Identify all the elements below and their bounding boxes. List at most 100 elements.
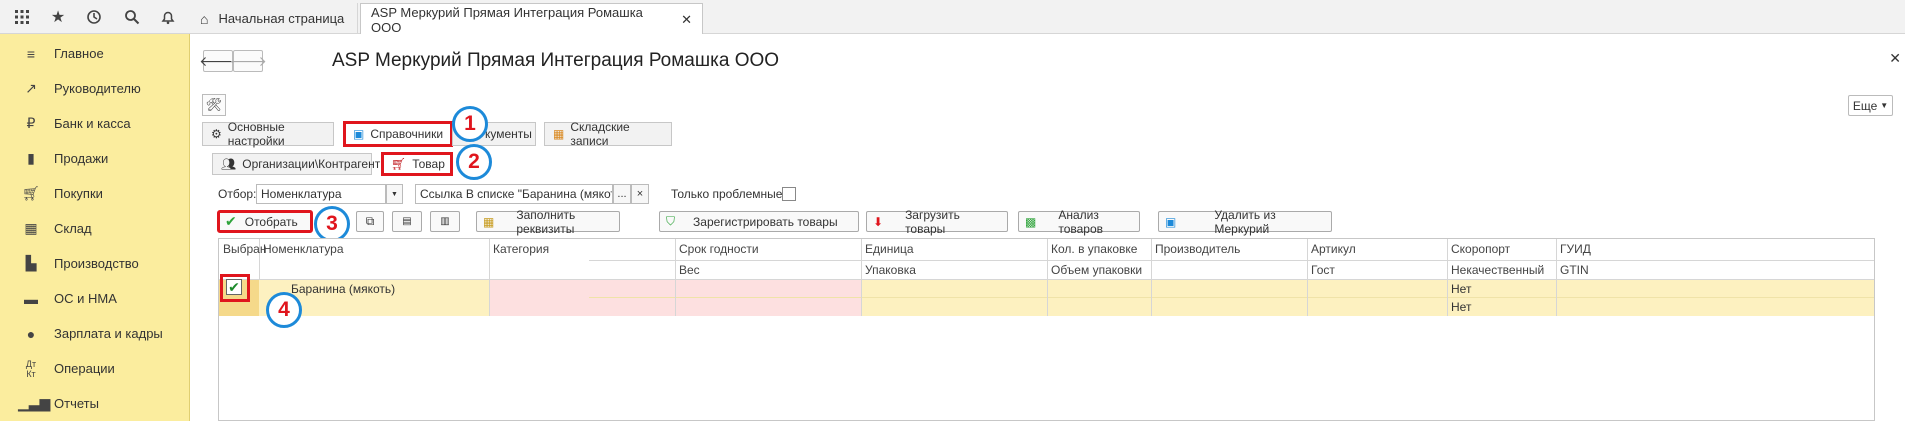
close-tab-icon[interactable]: ✕ xyxy=(681,12,692,28)
sidebar-item-assets[interactable]: ▬ ОС и НМА xyxy=(0,281,190,316)
filter-field-dropdown[interactable]: ▼ xyxy=(386,184,403,204)
cart-red-icon: 🛒︎ xyxy=(391,157,407,171)
gear-icon: ⚙ xyxy=(211,127,222,141)
only-problem-label: Только проблемные: xyxy=(671,187,786,201)
col-header-gost[interactable]: Гост xyxy=(1307,260,1335,280)
tools-icon: 🛠︎ xyxy=(205,97,223,112)
sidebar-item-operations[interactable]: Дт Кт Операции xyxy=(0,351,190,386)
person-icon: ● xyxy=(26,325,36,342)
col-header-perishable[interactable]: Скоропорт xyxy=(1447,239,1510,259)
col-header-package[interactable]: Упаковка xyxy=(861,260,916,280)
home-icon: ⌂ xyxy=(200,10,209,27)
col-header-guid[interactable]: ГУИД xyxy=(1556,239,1591,259)
subtab-goods[interactable]: 🛒︎ Товар xyxy=(381,152,453,176)
main-panel: 🡐 🡒 ASP Меркурий Прямая Интеграция Ромаш… xyxy=(190,34,1905,421)
col-header-nomenclature[interactable]: Номенклатура xyxy=(259,239,344,259)
col-header-shelf-life[interactable]: Срок годности xyxy=(675,239,759,259)
table-row-nomenclature[interactable]: Баранина (мякоть) xyxy=(287,280,395,298)
load-goods-button[interactable]: ⬇ Загрузить товары xyxy=(866,208,1008,236)
col-header-qty-pack[interactable]: Кол. в упаковке xyxy=(1047,239,1137,259)
col-header-poor-quality[interactable]: Некачественный xyxy=(1447,260,1544,280)
filter-clear-button[interactable]: × xyxy=(631,184,649,204)
star-icon[interactable]: ★ xyxy=(48,7,68,27)
sidebar-item-warehouse[interactable]: ▦ Склад xyxy=(0,211,190,246)
bell-icon[interactable] xyxy=(158,7,178,27)
trend-icon: ↗ xyxy=(25,80,37,96)
sidebar-item-salary[interactable]: ● Зарплата и кадры xyxy=(0,316,190,351)
menu-icon: ≡ xyxy=(26,45,36,62)
col-header-weight[interactable]: Вес xyxy=(675,260,700,280)
register-goods-button[interactable]: ⛉ Зарегистрировать товары xyxy=(659,211,859,232)
sidebar-item-production[interactable]: ▙ Производство xyxy=(0,246,190,281)
checkmark-icon: ✔ xyxy=(225,213,237,229)
select-all-button[interactable]: ▤ xyxy=(392,211,422,232)
select-all-icon: ▤ xyxy=(402,216,412,227)
sidebar-item-sales[interactable]: ▮ Продажи xyxy=(0,141,190,176)
col-header-gtin[interactable]: GTIN xyxy=(1556,260,1589,280)
ruble-icon: ₽ xyxy=(26,115,36,131)
page-title: ASP Меркурий Прямая Интеграция Ромашка О… xyxy=(332,50,780,71)
col-header-unit[interactable]: Единица xyxy=(861,239,914,259)
only-problem-checkbox[interactable] xyxy=(782,187,796,201)
tab-home-label: Начальная страница xyxy=(218,11,345,26)
annotation-badge-3: 3 xyxy=(314,206,350,242)
col-header-producer[interactable]: Производитель xyxy=(1151,239,1240,259)
more-button[interactable]: Еще ▼ xyxy=(1848,95,1893,116)
subtab-organizations[interactable]: 👥︎ Организации\Контрагенты xyxy=(212,153,389,175)
col-header-article[interactable]: Артикул xyxy=(1307,239,1356,259)
copy-icon: ⧉ xyxy=(365,214,375,228)
history-icon[interactable] xyxy=(84,7,104,27)
filter-label: Отбор: xyxy=(218,187,257,201)
deselect-all-icon: ▥ xyxy=(440,216,450,227)
table-row-poor-quality[interactable]: Нет xyxy=(1447,298,1471,316)
forward-button[interactable]: 🡒 xyxy=(229,50,267,72)
shield-icon: ⛉ xyxy=(666,214,676,228)
table-fill-icon: ▦ xyxy=(483,214,495,229)
download-icon: ⬇ xyxy=(873,214,884,229)
col-header-category[interactable]: Категория xyxy=(489,239,549,259)
row-select-checkbox[interactable]: ✔ xyxy=(226,279,242,295)
tab-main-settings[interactable]: ⚙ Основные настройки xyxy=(202,120,334,148)
chart-icon: ▁▃▆ xyxy=(18,395,51,411)
warehouse-icon: ▦ xyxy=(24,220,38,236)
settings-tool-button[interactable]: 🛠︎ xyxy=(202,94,226,116)
factory-icon: ▙ xyxy=(25,255,37,271)
chevron-down-icon: ▼ xyxy=(391,190,398,198)
cart-icon: 🛒︎ xyxy=(22,185,40,201)
sidebar-item-purchases[interactable]: 🛒︎ Покупки xyxy=(0,176,190,211)
delete-from-mercury-button[interactable]: ▣ Удалить из Меркурий xyxy=(1158,208,1332,236)
select-button[interactable]: ✔ Отобрать xyxy=(217,210,313,233)
top-bar: ★ ⌂ Начальная страница ASP Меркурий Прям… xyxy=(0,0,1905,35)
annotation-badge-1: 1 xyxy=(452,106,488,142)
tab-home[interactable]: ⌂ Начальная страница xyxy=(190,3,358,34)
filter-ellipsis-button[interactable]: ... xyxy=(613,184,631,204)
delete-icon: ▣ xyxy=(1165,214,1177,229)
tab-asp-mercury[interactable]: ASP Меркурий Прямая Интеграция Ромашка О… xyxy=(360,3,703,35)
copy-button[interactable]: ⧉ xyxy=(356,211,384,232)
chevron-down-icon: ▼ xyxy=(1880,101,1889,110)
book-icon: ▣ xyxy=(353,127,365,141)
sidebar-item-main[interactable]: ≡ Главное xyxy=(0,36,190,71)
bag-icon: ▮ xyxy=(27,150,35,166)
sidebar: ≡ Главное ↗ Руководителю ₽ Банк и касса … xyxy=(0,34,190,421)
search-icon[interactable] xyxy=(122,7,142,27)
apps-grid-icon[interactable] xyxy=(12,7,32,27)
deselect-all-button[interactable]: ▥ xyxy=(430,211,460,232)
goods-table: Выбран Номенклатура Категория Срок годно… xyxy=(218,238,1875,421)
filter-condition-input[interactable]: Ссылка В списке "Баранина (мякоть)" xyxy=(415,184,613,204)
tab-warehouse-records[interactable]: ▦ Складские записи xyxy=(544,120,672,148)
filter-field-select[interactable]: Номенклатура xyxy=(256,184,386,204)
people-icon: 👥︎ xyxy=(221,157,237,171)
annotation-badge-2: 2 xyxy=(456,144,492,180)
col-header-pack-volume[interactable]: Объем упаковки xyxy=(1047,260,1142,280)
sidebar-item-manager[interactable]: ↗ Руководителю xyxy=(0,71,190,106)
tab-directories[interactable]: ▣ Справочники xyxy=(343,121,453,147)
boxes-analysis-icon: ▩ xyxy=(1025,214,1037,229)
close-form-icon[interactable]: ✕ xyxy=(1889,50,1901,67)
analyze-goods-button[interactable]: ▩ Анализ товаров xyxy=(1018,208,1140,236)
fill-requisites-button[interactable]: ▦ Заполнить реквизиты xyxy=(476,208,620,236)
boxes-icon: ▦ xyxy=(553,127,565,141)
sidebar-item-reports[interactable]: ▁▃▆ Отчеты xyxy=(0,386,190,421)
sidebar-item-bank[interactable]: ₽ Банк и касса xyxy=(0,106,190,141)
table-row-perishable[interactable]: Нет xyxy=(1447,280,1471,298)
